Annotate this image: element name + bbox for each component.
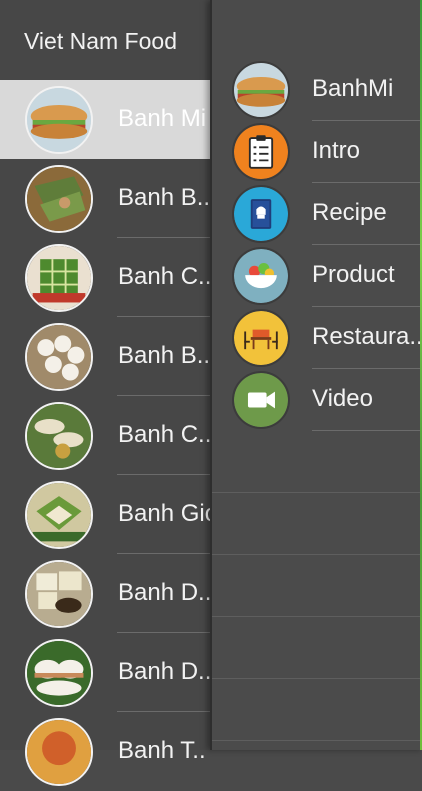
- menu-item-label: Intro: [312, 137, 361, 164]
- banh-gio-thumbnail: [25, 481, 93, 549]
- menu-blank-row: [212, 555, 420, 617]
- banh-duc-thumbnail: [25, 560, 93, 628]
- menu-item-video[interactable]: Video: [212, 369, 420, 431]
- list-item[interactable]: Banh C..: [0, 396, 212, 475]
- menu-item-label: Recipe: [312, 199, 387, 226]
- banh-chung-thumbnail: [25, 244, 93, 312]
- list-item[interactable]: Banh D..: [0, 554, 212, 633]
- menu-item-label: Video: [312, 385, 373, 412]
- menu-blank-row: [212, 493, 420, 555]
- list-item[interactable]: Banh D..: [0, 633, 212, 712]
- list-item-label: Banh C..: [118, 263, 212, 290]
- menu-item-label: Restaura..: [312, 323, 420, 350]
- list-item-label: Banh C..: [118, 421, 212, 448]
- salad-bowl-icon: [232, 247, 290, 305]
- banh-mi-photo-icon: [232, 61, 290, 119]
- food-list-panel: Viet Nam Food Banh Mi Banh B.. Banh C.. …: [0, 0, 212, 786]
- list-item-label: Banh B..: [118, 184, 211, 211]
- menu-blank-row: [212, 431, 420, 493]
- menu-item-label: Product: [312, 261, 395, 288]
- list-item[interactable]: Banh Gio: [0, 475, 212, 554]
- recipe-book-icon: [232, 185, 290, 243]
- banh-bao-thumbnail: [25, 323, 93, 391]
- page-title: Viet Nam Food: [24, 28, 177, 54]
- menu-item-label: BanhMi: [312, 75, 394, 102]
- banh-thumbnail: [25, 718, 93, 786]
- menu-item-restaurant[interactable]: Restaura..: [212, 307, 420, 369]
- list-item[interactable]: Banh T..: [0, 712, 212, 791]
- menu-item-banhmi[interactable]: BanhMi: [212, 59, 420, 121]
- list-item-label: Banh T..: [118, 737, 206, 764]
- clipboard-icon: [232, 123, 290, 181]
- list-item[interactable]: Banh B..: [0, 317, 212, 396]
- list-item-label: Banh Gio: [118, 500, 212, 527]
- banh-bot-loc-thumbnail: [25, 165, 93, 233]
- menu-item-product[interactable]: Product: [212, 245, 420, 307]
- menu-item-intro[interactable]: Intro: [212, 121, 420, 183]
- banh-mi-thumbnail: [25, 86, 93, 154]
- restaurant-table-icon: [232, 309, 290, 367]
- banh-day-thumbnail: [25, 639, 93, 707]
- list-item[interactable]: Banh B..: [0, 159, 212, 238]
- menu-blank-row: [212, 679, 420, 741]
- menu-blank-row: [212, 617, 420, 679]
- banh-cuon-thumbnail: [25, 402, 93, 470]
- video-camera-icon: [232, 371, 290, 429]
- menu-item-recipe[interactable]: Recipe: [212, 183, 420, 245]
- list-item-label: Banh Mi: [118, 105, 207, 132]
- list-item[interactable]: Banh C..: [0, 238, 212, 317]
- list-item[interactable]: Banh Mi: [0, 80, 212, 159]
- list-item-label: Banh D..: [118, 658, 212, 685]
- list-item-label: Banh D..: [118, 579, 212, 606]
- list-item-label: Banh B..: [118, 342, 211, 369]
- side-menu-drawer: BanhMi Intro Recipe Product Restaura.. V…: [210, 0, 422, 750]
